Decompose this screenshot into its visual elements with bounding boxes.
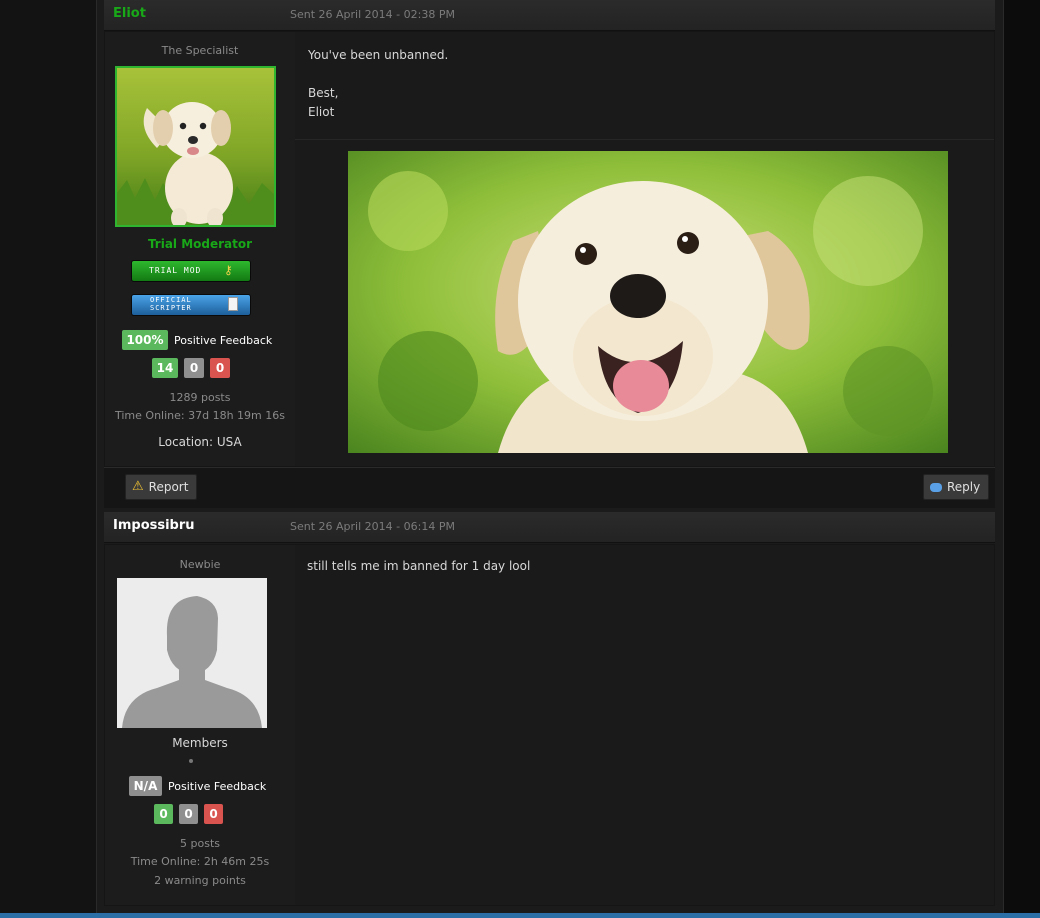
feedback-neutral[interactable]: 0 bbox=[179, 804, 198, 824]
feedback-percentage[interactable]: N/A bbox=[129, 776, 162, 796]
member-group: Members bbox=[172, 736, 228, 750]
warning-points[interactable]: 2 warning points bbox=[105, 874, 295, 887]
post-body: Newbie Members N/A Positive Feedback 0 0… bbox=[104, 544, 995, 906]
warning-icon: ⚠ bbox=[132, 479, 144, 494]
post-count: 1289 posts bbox=[169, 391, 231, 404]
post-content: You've been unbanned. Best, Eliot bbox=[295, 32, 994, 466]
member-group: Trial Moderator bbox=[147, 237, 253, 251]
time-online: Time Online: 2h 46m 25s bbox=[130, 855, 270, 868]
post-date: Sent 26 April 2014 - 02:38 PM bbox=[290, 8, 455, 21]
member-title: The Specialist bbox=[161, 44, 239, 57]
post-impossibru: Impossibru Sent 26 April 2014 - 06:14 PM… bbox=[104, 512, 995, 912]
post-date: Sent 26 April 2014 - 06:14 PM bbox=[290, 520, 455, 533]
post-controls: ⚠ Report Reply bbox=[104, 467, 995, 508]
feedback-positive[interactable]: 0 bbox=[154, 804, 173, 824]
feedback-percentage[interactable]: 100% bbox=[122, 330, 168, 350]
author-name-link[interactable]: Impossibru bbox=[113, 518, 195, 533]
location: Location: USA bbox=[158, 435, 242, 449]
author-name-link[interactable]: Eliot bbox=[113, 6, 146, 21]
feedback-label: Positive Feedback bbox=[168, 779, 267, 793]
puppy-avatar-image bbox=[117, 68, 274, 225]
report-label: Report bbox=[148, 480, 189, 494]
topic-container: Eliot Sent 26 April 2014 - 02:38 PM The … bbox=[96, 0, 1004, 918]
author-info-panel: The Specialist Trial Moderator TRIAL MOD… bbox=[105, 32, 296, 466]
content-divider bbox=[295, 139, 994, 140]
document-icon bbox=[228, 297, 238, 311]
post-header: Eliot Sent 26 April 2014 - 02:38 PM bbox=[104, 0, 995, 31]
puppy-photo bbox=[348, 151, 948, 453]
member-title: Newbie bbox=[179, 558, 221, 571]
page-left-margin bbox=[0, 0, 96, 918]
default-user-icon bbox=[122, 596, 262, 728]
message-text: still tells me im banned for 1 day lool bbox=[307, 559, 531, 573]
taskbar-edge bbox=[0, 913, 1040, 918]
message-text: You've been unbanned. Best, Eliot bbox=[308, 48, 449, 119]
feedback-label: Positive Feedback bbox=[174, 333, 273, 347]
feedback-counts: 0 0 0 bbox=[154, 804, 223, 824]
feedback-summary: N/A Positive Feedback bbox=[129, 776, 266, 796]
reply-label: Reply bbox=[947, 480, 981, 494]
post-body: The Specialist Trial Moderator TRIAL MOD… bbox=[104, 31, 995, 467]
feedback-positive[interactable]: 14 bbox=[152, 358, 178, 378]
key-icon: ⚷ bbox=[224, 263, 234, 277]
feedback-summary: 100% Positive Feedback bbox=[122, 330, 272, 350]
feedback-counts: 14 0 0 bbox=[152, 358, 230, 378]
feedback-neutral[interactable]: 0 bbox=[184, 358, 204, 378]
feedback-negative[interactable]: 0 bbox=[204, 804, 223, 824]
trial-mod-badge: TRIAL MOD ⚷ bbox=[131, 260, 251, 282]
post-header: Impossibru Sent 26 April 2014 - 06:14 PM bbox=[104, 512, 995, 543]
post-content: still tells me im banned for 1 day lool bbox=[295, 545, 994, 905]
embedded-image[interactable] bbox=[348, 151, 948, 453]
speech-bubble-icon bbox=[930, 482, 942, 492]
feedback-negative[interactable]: 0 bbox=[210, 358, 230, 378]
report-button[interactable]: ⚠ Report bbox=[125, 474, 198, 500]
author-avatar[interactable] bbox=[117, 578, 267, 728]
author-info-panel: Newbie Members N/A Positive Feedback 0 0… bbox=[105, 545, 296, 905]
author-avatar[interactable] bbox=[115, 66, 276, 227]
post-count: 5 posts bbox=[180, 837, 220, 850]
official-scripter-badge: OFFICIAL SCRIPTER bbox=[131, 294, 251, 316]
time-online: Time Online: 37d 18h 19m 16s bbox=[115, 409, 285, 422]
reply-button[interactable]: Reply bbox=[923, 474, 990, 500]
post-eliot: Eliot Sent 26 April 2014 - 02:38 PM The … bbox=[104, 0, 995, 508]
pip-dot bbox=[189, 759, 193, 763]
page-right-margin bbox=[1004, 0, 1040, 918]
